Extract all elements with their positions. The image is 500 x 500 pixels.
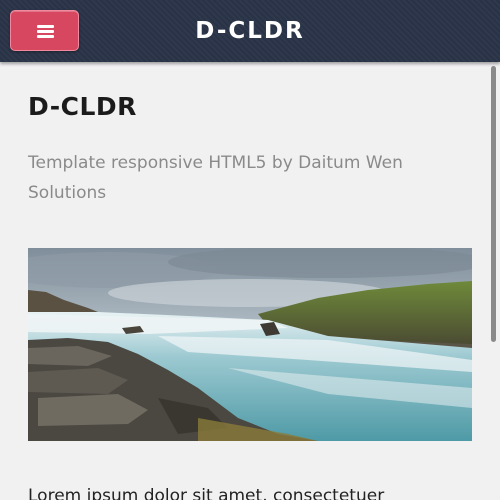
hamburger-menu-icon (37, 25, 54, 38)
top-navbar: D-CLDR (0, 0, 500, 62)
menu-button[interactable] (10, 10, 79, 51)
hero-image (28, 248, 472, 441)
page-title: D-CLDR (28, 92, 137, 121)
scrollbar[interactable] (491, 66, 496, 342)
navbar-brand[interactable]: D-CLDR (150, 14, 350, 48)
body-paragraph: Lorem ipsum dolor sit amet, consectetuer (28, 486, 385, 500)
page-subtitle: Template responsive HTML5 by Daitum Wen … (28, 153, 403, 203)
